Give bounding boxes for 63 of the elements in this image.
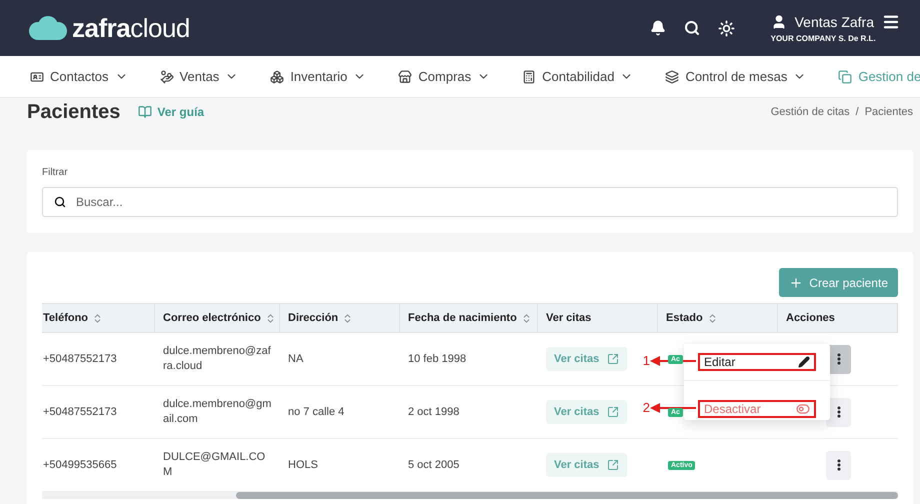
column-header[interactable]: Dirección: [280, 303, 400, 333]
annotation-number: 1: [642, 353, 650, 368]
column-header[interactable]: Correo electrónico: [155, 303, 280, 333]
column-header: Ver citas: [538, 303, 658, 333]
table-cell: NA: [280, 333, 400, 386]
layers-icon: [665, 70, 680, 84]
store-icon: [398, 70, 412, 84]
nav-label: Control de mesas: [685, 69, 788, 84]
nav-label: Compras: [418, 69, 472, 84]
bell-icon[interactable]: [650, 20, 666, 36]
calculator-icon: [522, 70, 536, 84]
user-name[interactable]: Ventas Zafra: [794, 14, 874, 30]
annotation-number: 2: [642, 400, 650, 415]
nav-label: Ventas: [180, 69, 220, 84]
nav-label: Contabilidad: [542, 69, 614, 84]
column-header[interactable]: Estado: [658, 303, 778, 333]
search-field[interactable]: Buscar...: [42, 187, 898, 217]
filter-label: Filtrar: [42, 167, 69, 178]
boxes-icon: [270, 70, 284, 84]
toggle-icon: [796, 402, 810, 416]
nav-item[interactable]: Ventas: [160, 69, 238, 84]
breadcrumb-item[interactable]: Gestión de citas: [770, 106, 850, 118]
hand-coins-icon: [160, 70, 174, 84]
cloud-logo-icon: [28, 15, 68, 41]
search-icon: [54, 196, 66, 208]
scrollbar-thumb[interactable]: [236, 492, 898, 499]
external-link-icon: [607, 406, 620, 418]
table-cell: 2 oct 1998: [400, 386, 538, 439]
table-cell: +50487552173: [42, 333, 155, 386]
logo-text: zafracloud: [72, 12, 190, 44]
breadcrumb-separator: /: [856, 106, 859, 118]
nav-item[interactable]: Compras: [398, 69, 490, 84]
user-icon: [770, 14, 787, 30]
nav-item[interactable]: Contactos: [30, 69, 128, 84]
company-name: YOUR COMPANY S. De R.L.: [770, 34, 877, 43]
column-header[interactable]: Fecha de nacimiento: [400, 303, 538, 333]
nav-label: Inventario: [290, 69, 348, 84]
plus-icon: [789, 276, 804, 290]
page-title: Pacientes: [27, 100, 120, 124]
external-link-icon: [607, 459, 620, 471]
search-icon[interactable]: [684, 20, 700, 36]
nav-item[interactable]: Contabilidad: [522, 69, 634, 84]
table-cell: +50487552173: [42, 386, 155, 439]
actions-button[interactable]: [826, 450, 851, 480]
external-link-icon: [607, 353, 620, 365]
sun-icon[interactable]: [718, 20, 735, 36]
pencil-icon: [798, 356, 810, 368]
breadcrumb-item: Pacientes: [864, 106, 913, 118]
copy-icon: [838, 70, 852, 84]
table-cell: dulce.membreno@zafra.cloud: [155, 333, 280, 386]
table-cell: 10 feb 1998: [400, 333, 538, 386]
column-header: Acciones: [778, 303, 898, 333]
nav-item[interactable]: Inventario: [270, 69, 366, 84]
table-cell: dulce.membreno@gmail.com: [155, 386, 280, 439]
book-icon: [138, 105, 152, 119]
nav-item[interactable]: Control de mesas: [665, 69, 806, 84]
id-card-icon: [30, 70, 44, 84]
table-cell: no 7 calle 4: [280, 386, 400, 439]
column-header[interactable]: Teléfono: [42, 303, 155, 333]
menu-icon[interactable]: [882, 13, 900, 31]
annotation-arrow: [650, 402, 696, 412]
edit-menu-item[interactable]: Editar: [698, 353, 816, 371]
nav-label: Contactos: [50, 69, 109, 84]
